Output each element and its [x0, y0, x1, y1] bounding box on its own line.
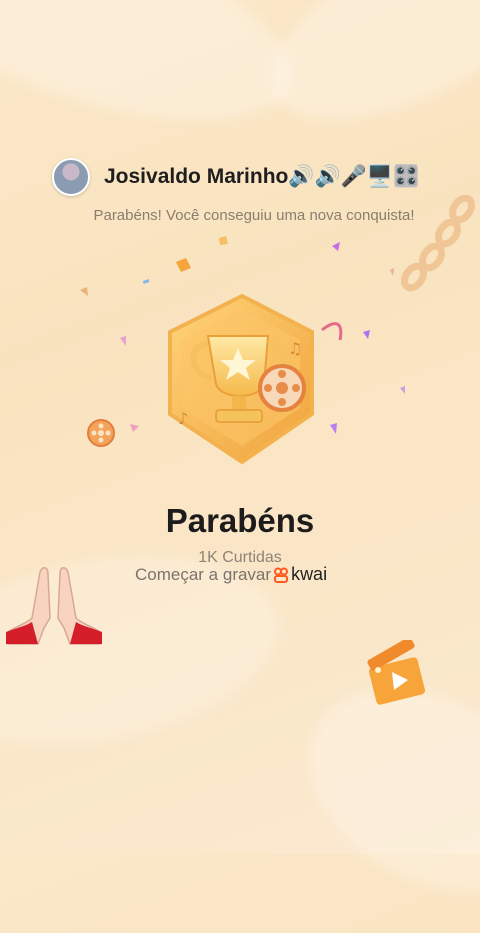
trophy-badge-icon: ♪ ♫	[168, 293, 314, 465]
achievement-title: Parabéns	[165, 502, 315, 539]
svg-text:♪: ♪	[178, 409, 188, 428]
kwai-brand-text: kwai	[291, 564, 328, 584]
film-reel-icon	[87, 419, 115, 447]
start-recording-link[interactable]: Começar a gravar kwai	[135, 564, 327, 585]
kwai-logo-icon	[274, 567, 289, 583]
svg-text:♫: ♫	[288, 339, 302, 358]
achievement-badge: ♪ ♫	[160, 292, 330, 467]
clapperboard-icon	[367, 640, 426, 705]
start-recording-label[interactable]: Começar a gravar	[135, 565, 271, 585]
praying-hands-icon	[6, 567, 102, 645]
kwai-logo: kwai	[273, 564, 327, 585]
